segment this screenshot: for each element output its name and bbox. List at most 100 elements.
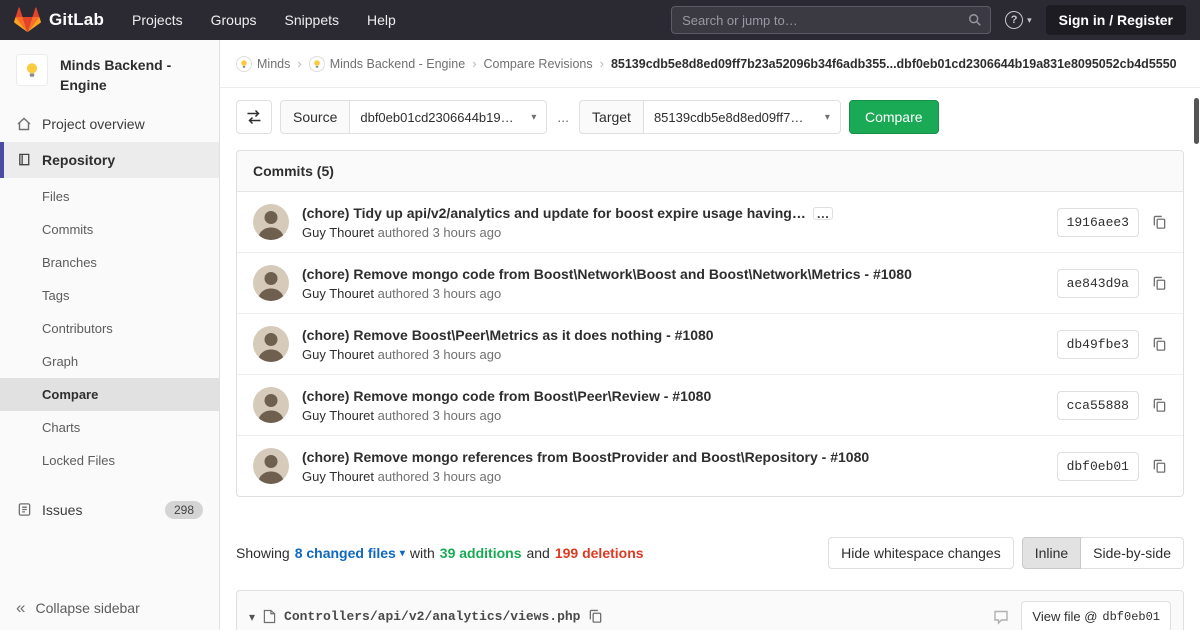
compare-button[interactable]: Compare [849,100,939,134]
nav-projects[interactable]: Projects [132,12,183,28]
question-icon: ? [1005,11,1023,29]
commit-meta: Guy Thouret authored 3 hours ago [302,347,1044,362]
copy-sha-button[interactable] [1152,215,1167,230]
commit-author-link[interactable]: Guy Thouret [302,286,374,301]
sidebar-item-repository[interactable]: Repository [0,142,219,178]
hide-whitespace-button[interactable]: Hide whitespace changes [828,537,1014,569]
file-diff-actions: View file @ dbf0eb01 [993,601,1171,630]
sidebar-subitem-files[interactable]: Files [0,180,219,213]
author-avatar[interactable] [253,265,289,301]
author-avatar[interactable] [253,204,289,240]
swap-revisions-button[interactable] [236,100,272,134]
copy-file-path-button[interactable] [588,609,603,624]
commit-authored-ago: authored 3 hours ago [378,286,502,301]
sidebar-item-project-overview[interactable]: Project overview [0,106,219,142]
logo-text: GitLab [49,10,104,30]
commit-sha-link[interactable]: dbf0eb01 [1057,452,1139,481]
additions-count: 39 additions [440,545,522,561]
breadcrumb-section[interactable]: Compare Revisions [484,57,593,71]
commit-author-link[interactable]: Guy Thouret [302,469,374,484]
gitlab-logo[interactable]: GitLab [14,7,104,33]
breadcrumb-group[interactable]: Minds [236,56,290,72]
search-icon [968,13,982,27]
view-file-label: View file @ [1032,609,1097,624]
breadcrumb-project[interactable]: Minds Backend - Engine [309,56,466,72]
search-input[interactable] [682,13,968,28]
commit-title-line: (chore) Tidy up api/v2/analytics and upd… [302,205,1044,221]
author-avatar[interactable] [253,448,289,484]
sidebar-subitem-tags[interactable]: Tags [0,279,219,312]
breadcrumb-group-label: Minds [257,57,290,71]
target-ref-dropdown[interactable]: 85139cdb5e8d8ed09ff7… ▾ [643,100,841,134]
commit-author-link[interactable]: Guy Thouret [302,225,374,240]
copy-sha-button[interactable] [1152,459,1167,474]
author-avatar[interactable] [253,326,289,362]
vertical-scrollbar-thumb[interactable] [1194,98,1199,144]
commit-authored-ago: authored 3 hours ago [378,469,502,484]
commit-sha-link[interactable]: ae843d9a [1057,269,1139,298]
sidebar-subitem-contributors[interactable]: Contributors [0,312,219,345]
commit-sha-link[interactable]: 1916aee3 [1057,208,1139,237]
navbar-right: ? ▾ Sign in / Register [671,5,1186,35]
compare-revisions-form: Source dbf0eb01cd2306644b19… ▾ ... Targe… [236,100,1184,134]
sign-in-button[interactable]: Sign in / Register [1046,5,1186,35]
copy-sha-button[interactable] [1152,276,1167,291]
main-content: Minds › Minds Backend - Engine › Compare… [220,40,1200,630]
commit-row: (chore) Tidy up api/v2/analytics and upd… [237,192,1183,253]
sidebar-subitem-charts[interactable]: Charts [0,411,219,444]
changed-files-dropdown[interactable]: 8 changed files ▾ [295,545,405,561]
collapse-sidebar-button[interactable]: « Collapse sidebar [0,586,219,630]
project-context-header[interactable]: Minds Backend - Engine [0,40,219,106]
collapse-diff-caret-icon[interactable]: ▾ [249,610,255,624]
commit-description-toggle[interactable]: … [813,207,833,220]
sidebar-item-issues[interactable]: Issues 298 [0,491,219,529]
copy-icon [1152,337,1167,352]
target-ref-value: 85139cdb5e8d8ed09ff7… [654,110,803,125]
commit-title[interactable]: (chore) Remove mongo references from Boo… [302,449,1044,465]
sidebar-item-label: Issues [42,502,82,518]
copy-icon [1152,276,1167,291]
commit-content: (chore) Remove mongo references from Boo… [302,449,1044,484]
help-dropdown[interactable]: ? ▾ [1005,11,1032,29]
source-ref-value: dbf0eb01cd2306644b19… [360,110,513,125]
commits-panel: Commits (5) (chore) Tidy up api/v2/analy… [236,150,1184,497]
copy-sha-button[interactable] [1152,398,1167,413]
sidebar-subitem-branches[interactable]: Branches [0,246,219,279]
deletions-count: 199 deletions [555,545,644,561]
commit-title[interactable]: (chore) Remove mongo code from Boost\Pee… [302,388,1044,404]
source-ref-dropdown[interactable]: dbf0eb01cd2306644b19… ▾ [349,100,547,134]
nav-groups[interactable]: Groups [211,12,257,28]
sidebar-subitem-commits[interactable]: Commits [0,213,219,246]
view-file-button[interactable]: View file @ dbf0eb01 [1021,601,1171,630]
commit-author-link[interactable]: Guy Thouret [302,347,374,362]
navbar-menu: Projects Groups Snippets Help [132,12,396,28]
copy-sha-button[interactable] [1152,337,1167,352]
author-avatar[interactable] [253,387,289,423]
commit-actions: db49fbe3 [1057,330,1167,359]
and-label: and [526,545,549,561]
commit-content: (chore) Remove mongo code from Boost\Net… [302,266,1044,301]
inline-view-button[interactable]: Inline [1022,537,1081,569]
breadcrumb-project-label: Minds Backend - Engine [330,57,466,71]
commit-title[interactable]: (chore) Tidy up api/v2/analytics and upd… [302,205,806,221]
comment-icon[interactable] [993,609,1009,625]
file-icon [263,609,276,624]
commit-sha-link[interactable]: db49fbe3 [1057,330,1139,359]
nav-help[interactable]: Help [367,12,396,28]
view-file-sha: dbf0eb01 [1102,610,1160,624]
commit-title[interactable]: (chore) Remove Boost\Peer\Metrics as it … [302,327,1044,343]
side-by-side-view-button[interactable]: Side-by-side [1080,537,1184,569]
commit-row: (chore) Remove mongo references from Boo… [237,436,1183,496]
commit-meta: Guy Thouret authored 3 hours ago [302,286,1044,301]
commit-sha-link[interactable]: cca55888 [1057,391,1139,420]
sidebar-subitem-compare[interactable]: Compare [0,378,219,411]
sidebar-subitem-locked-files[interactable]: Locked Files [0,444,219,477]
commit-title[interactable]: (chore) Remove mongo code from Boost\Net… [302,266,1044,282]
project-sidebar: Minds Backend - Engine Project overview … [0,40,220,630]
commit-author-link[interactable]: Guy Thouret [302,408,374,423]
nav-snippets[interactable]: Snippets [285,12,339,28]
source-ref-group: Source dbf0eb01cd2306644b19… ▾ [280,100,547,134]
chevron-down-icon: ▾ [825,112,830,123]
file-path-link[interactable]: Controllers/api/v2/analytics/views.php [284,609,580,624]
sidebar-subitem-graph[interactable]: Graph [0,345,219,378]
